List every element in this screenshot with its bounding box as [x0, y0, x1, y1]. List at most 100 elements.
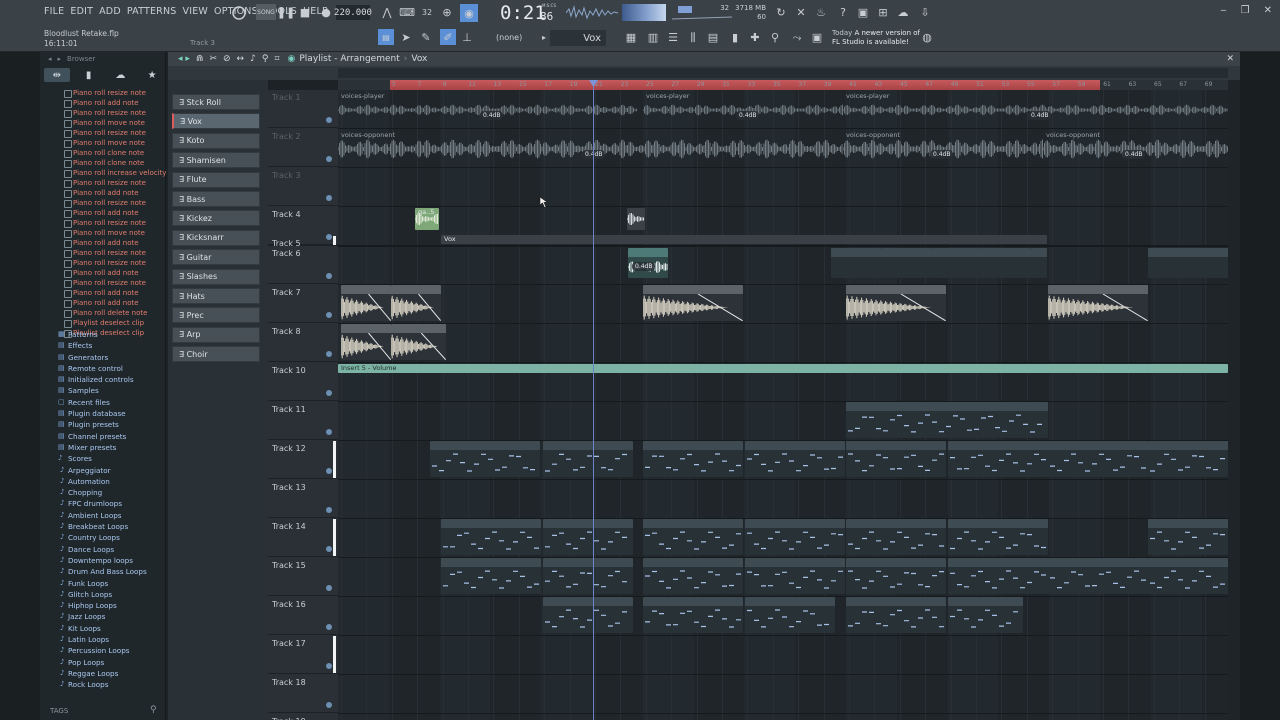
brush-icon[interactable]: ✐	[440, 29, 456, 45]
browser-folder[interactable]: ♪ Reggae Loops	[40, 668, 166, 679]
track-header[interactable]: Track 17	[268, 636, 338, 674]
pattern-clip-flute[interactable]: Flute	[846, 402, 1048, 438]
history-item[interactable]: Piano roll resize note	[40, 88, 166, 98]
track-header[interactable]: Track 13	[268, 480, 338, 518]
track-active-indicator[interactable]	[326, 195, 332, 201]
audio-clip-kshmr-church-bell[interactable]: KSHMR_Church_Bell_04_F	[1048, 285, 1148, 321]
browser-folder[interactable]: ♪ Funk Loops	[40, 578, 166, 589]
pattern-clip-bass[interactable]: Bass	[1048, 558, 1148, 594]
pattern-clip-shamisen[interactable]: Shamisen	[745, 519, 845, 555]
snap-icon[interactable]: ⌗	[274, 54, 279, 64]
new-pattern-icon[interactable]: ▦	[624, 31, 638, 44]
pattern-clip-slashes[interactable]: Slashes	[1148, 248, 1228, 278]
step-edit-icon[interactable]: 32	[420, 5, 434, 19]
pattern-clip-shamisen[interactable]: Shamisen	[441, 519, 541, 555]
browser-tab-cloud-icon[interactable]: ☁	[108, 68, 134, 82]
browser-folder[interactable]: ▢ Recent files	[40, 397, 166, 408]
pattern-clip-vox[interactable]: Vox	[441, 235, 1047, 244]
tools-icon[interactable]: ✕	[794, 5, 808, 19]
audio-clip-kshmr-tain[interactable]: KSHMR_ tain_E	[391, 324, 446, 360]
record-icon[interactable]: ●	[320, 5, 332, 19]
mixer-view-icon[interactable]: ⫼	[686, 31, 700, 44]
audio-clip-voices-opponent[interactable]: voices-opponent	[338, 131, 843, 167]
pencil-icon[interactable]: ✎	[420, 31, 432, 44]
track-header[interactable]: Track 12	[268, 441, 338, 479]
browser-folder[interactable]: ♪ Jazz Loops	[40, 611, 166, 622]
song-mode-toggle[interactable]: SONG	[256, 4, 276, 20]
browser-folder[interactable]: ♪ Pop Loops	[40, 657, 166, 668]
browser-folder[interactable]: ♪ Drum And Bass Loops	[40, 566, 166, 577]
pattern-clip-koto[interactable]: Koto	[430, 441, 540, 477]
track-active-indicator[interactable]	[326, 702, 332, 708]
browser-tab-all[interactable]: ⇹	[44, 68, 70, 82]
track-active-indicator[interactable]	[326, 156, 332, 162]
audio-clip-kshmr-church-bell[interactable]: KSHMR_Church_Bell_04_F	[643, 285, 743, 321]
arrow-right-icon[interactable]: ➤	[400, 31, 412, 44]
wait-input-icon[interactable]: ◉	[460, 4, 478, 22]
menu-edit[interactable]: EDIT	[70, 6, 93, 17]
menu-patterns[interactable]: PATTERNS	[127, 6, 177, 17]
audio-clip-voices-opponent[interactable]: voices-opponent	[843, 131, 1043, 167]
history-item[interactable]: Piano roll move note	[40, 118, 166, 128]
pattern-item[interactable]: ∃ Choir	[172, 346, 260, 363]
browser-folder[interactable]: ▤ Mixer presets	[40, 442, 166, 453]
browser-tab-favorites-icon[interactable]: ★	[139, 68, 165, 82]
audio-clip-kshmr-church-bell[interactable]: KSHMR_Church_Bell_04_F	[846, 285, 946, 321]
news-ticker[interactable]: Today A newer version of FL Studio is av…	[832, 29, 928, 47]
history-item[interactable]: Piano roll delete note	[40, 308, 166, 318]
pattern-item[interactable]: ∃ Kicksnarr	[172, 229, 260, 246]
playlist-nav-icon[interactable]: ◂ ▸	[178, 54, 190, 64]
track-active-indicator[interactable]	[326, 351, 332, 357]
history-item[interactable]: Piano roll add note	[40, 268, 166, 278]
history-item[interactable]: Piano roll resize note	[40, 178, 166, 188]
track-header[interactable]: Track 11	[268, 402, 338, 440]
stamp-icon[interactable]: ⊥	[461, 31, 473, 44]
pattern-item[interactable]: ∃ Koto	[172, 132, 260, 149]
track-active-indicator[interactable]	[326, 624, 332, 630]
browser-folder[interactable]: ▤ Remote control	[40, 363, 166, 374]
history-item[interactable]: Piano roll resize note	[40, 258, 166, 268]
history-item[interactable]: Piano roll resize note	[40, 108, 166, 118]
pattern-item[interactable]: ∃ Stck Roll	[172, 94, 260, 110]
pattern-clip-bass[interactable]: Bass	[846, 558, 946, 594]
browser-folder[interactable]: ▦ Patterns	[40, 329, 166, 340]
browser-folder[interactable]: ♪ Latin Loops	[40, 634, 166, 645]
track-header[interactable]: Track 14	[268, 519, 338, 557]
playlist-overview-scrollbar[interactable]	[338, 68, 1228, 78]
track-active-indicator[interactable]	[326, 273, 332, 279]
stop-icon[interactable]: ■	[299, 5, 311, 19]
refresh-icon[interactable]: ↻	[774, 5, 788, 19]
speaker-icon[interactable]: ♪	[250, 54, 256, 64]
save-icon[interactable]: ▣	[856, 5, 870, 19]
project-info-icon[interactable]: ▣	[810, 31, 824, 44]
playlist-options-icon[interactable]: ◉	[288, 54, 296, 64]
snap-arrow-icon[interactable]: ▸	[540, 31, 548, 43]
playlist-close-icon[interactable]: ✕	[1226, 54, 1234, 64]
history-item[interactable]: Piano roll add note	[40, 298, 166, 308]
track-active-indicator[interactable]	[326, 117, 332, 123]
pattern-clip-bass[interactable]: Bass	[1148, 558, 1228, 594]
pattern-clip-bass[interactable]: Bass	[745, 558, 845, 594]
audio-clip-voices-opponent[interactable]: voices-opponent	[1043, 131, 1228, 167]
track-active-indicator[interactable]	[326, 468, 332, 474]
clone-icon[interactable]: ▥	[646, 31, 660, 44]
history-item[interactable]: Piano roll resize note	[40, 218, 166, 228]
pattern-clip-bass[interactable]: Bass	[543, 558, 633, 594]
history-item[interactable]: Piano roll add note	[40, 288, 166, 298]
arrangement-grid[interactable]: voices-player voices-player voices-player 0…	[338, 90, 1228, 720]
pattern-clip-shamisen[interactable]: Shamisen	[543, 519, 633, 555]
track-active-indicator[interactable]	[326, 663, 332, 669]
pattern-item[interactable]: ∃ Slashes	[172, 268, 260, 285]
audio-clip-kshmr-tain[interactable]: KSHMR_ tain_E	[341, 324, 391, 360]
track-header[interactable]: Track 6	[268, 246, 338, 284]
browser-folder[interactable]: ▤ Plugin database	[40, 408, 166, 419]
channel-rack-icon[interactable]: ☰	[666, 31, 680, 44]
pattern-clip-koto[interactable]: Koto	[1148, 441, 1228, 477]
browser-folder[interactable]: ▤ Initialized controls	[40, 374, 166, 385]
browser-folder[interactable]: ▤ Plugin presets	[40, 419, 166, 430]
pattern-selector[interactable]: Vox	[550, 30, 606, 46]
pattern-clip-guitar[interactable]: Guitar	[745, 597, 835, 633]
menu-add[interactable]: ADD	[99, 6, 121, 17]
history-item[interactable]: Playlist deselect clip	[40, 318, 166, 328]
track-active-indicator[interactable]	[326, 546, 332, 552]
